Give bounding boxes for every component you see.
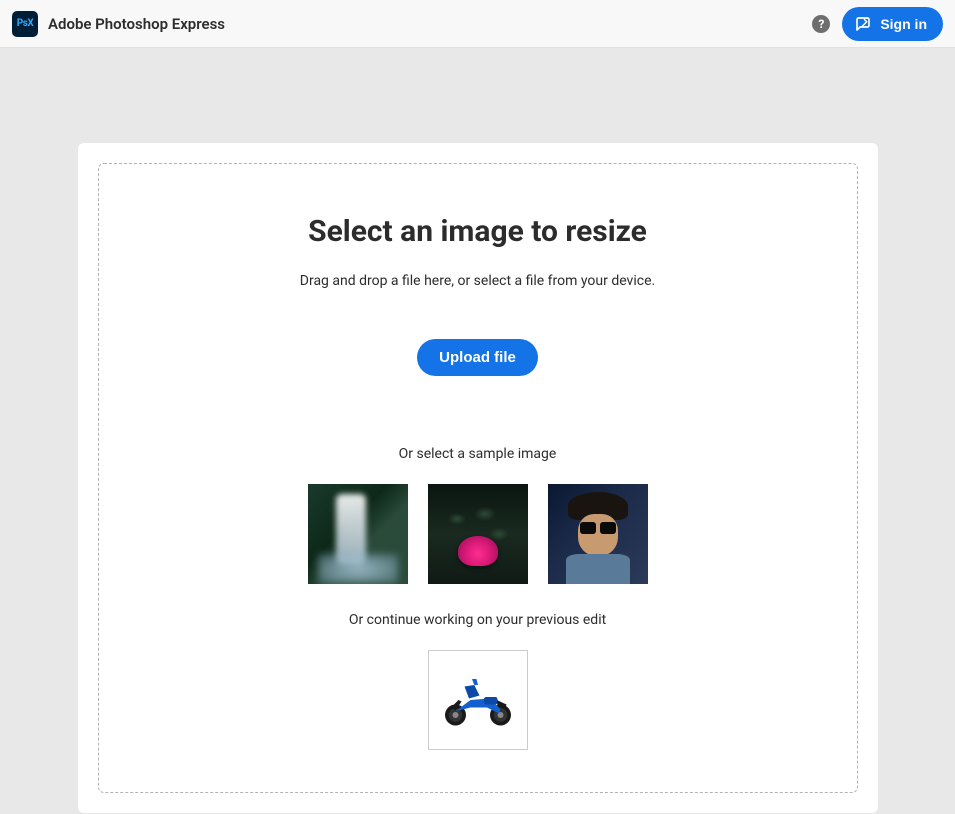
- main-area: Select an image to resize Drag and drop …: [0, 48, 955, 814]
- upload-file-button[interactable]: Upload file: [417, 339, 538, 376]
- sample-image-waterfall[interactable]: [308, 484, 408, 584]
- comment-icon: [854, 15, 872, 33]
- previous-section-label: Or continue working on your previous edi…: [349, 612, 606, 628]
- page-title: Select an image to resize: [308, 214, 647, 249]
- signin-button[interactable]: Sign in: [842, 7, 943, 41]
- signin-label: Sign in: [880, 16, 927, 32]
- sample-image-lotus[interactable]: [428, 484, 528, 584]
- app-title: Adobe Photoshop Express: [48, 15, 225, 33]
- header-right: ? Sign in: [812, 7, 943, 41]
- sample-image-portrait[interactable]: [548, 484, 648, 584]
- header-left: PsX Adobe Photoshop Express: [12, 11, 225, 37]
- upload-card: Select an image to resize Drag and drop …: [78, 143, 878, 813]
- page-subtitle: Drag and drop a file here, or select a f…: [300, 273, 655, 289]
- sample-images-row: [308, 484, 648, 584]
- help-icon[interactable]: ?: [812, 15, 830, 33]
- previous-edit-thumbnail[interactable]: [428, 650, 528, 750]
- sample-section-label: Or select a sample image: [399, 446, 557, 462]
- app-header: PsX Adobe Photoshop Express ? Sign in: [0, 0, 955, 48]
- app-logo-icon: PsX: [12, 11, 38, 37]
- dropzone[interactable]: Select an image to resize Drag and drop …: [98, 163, 858, 793]
